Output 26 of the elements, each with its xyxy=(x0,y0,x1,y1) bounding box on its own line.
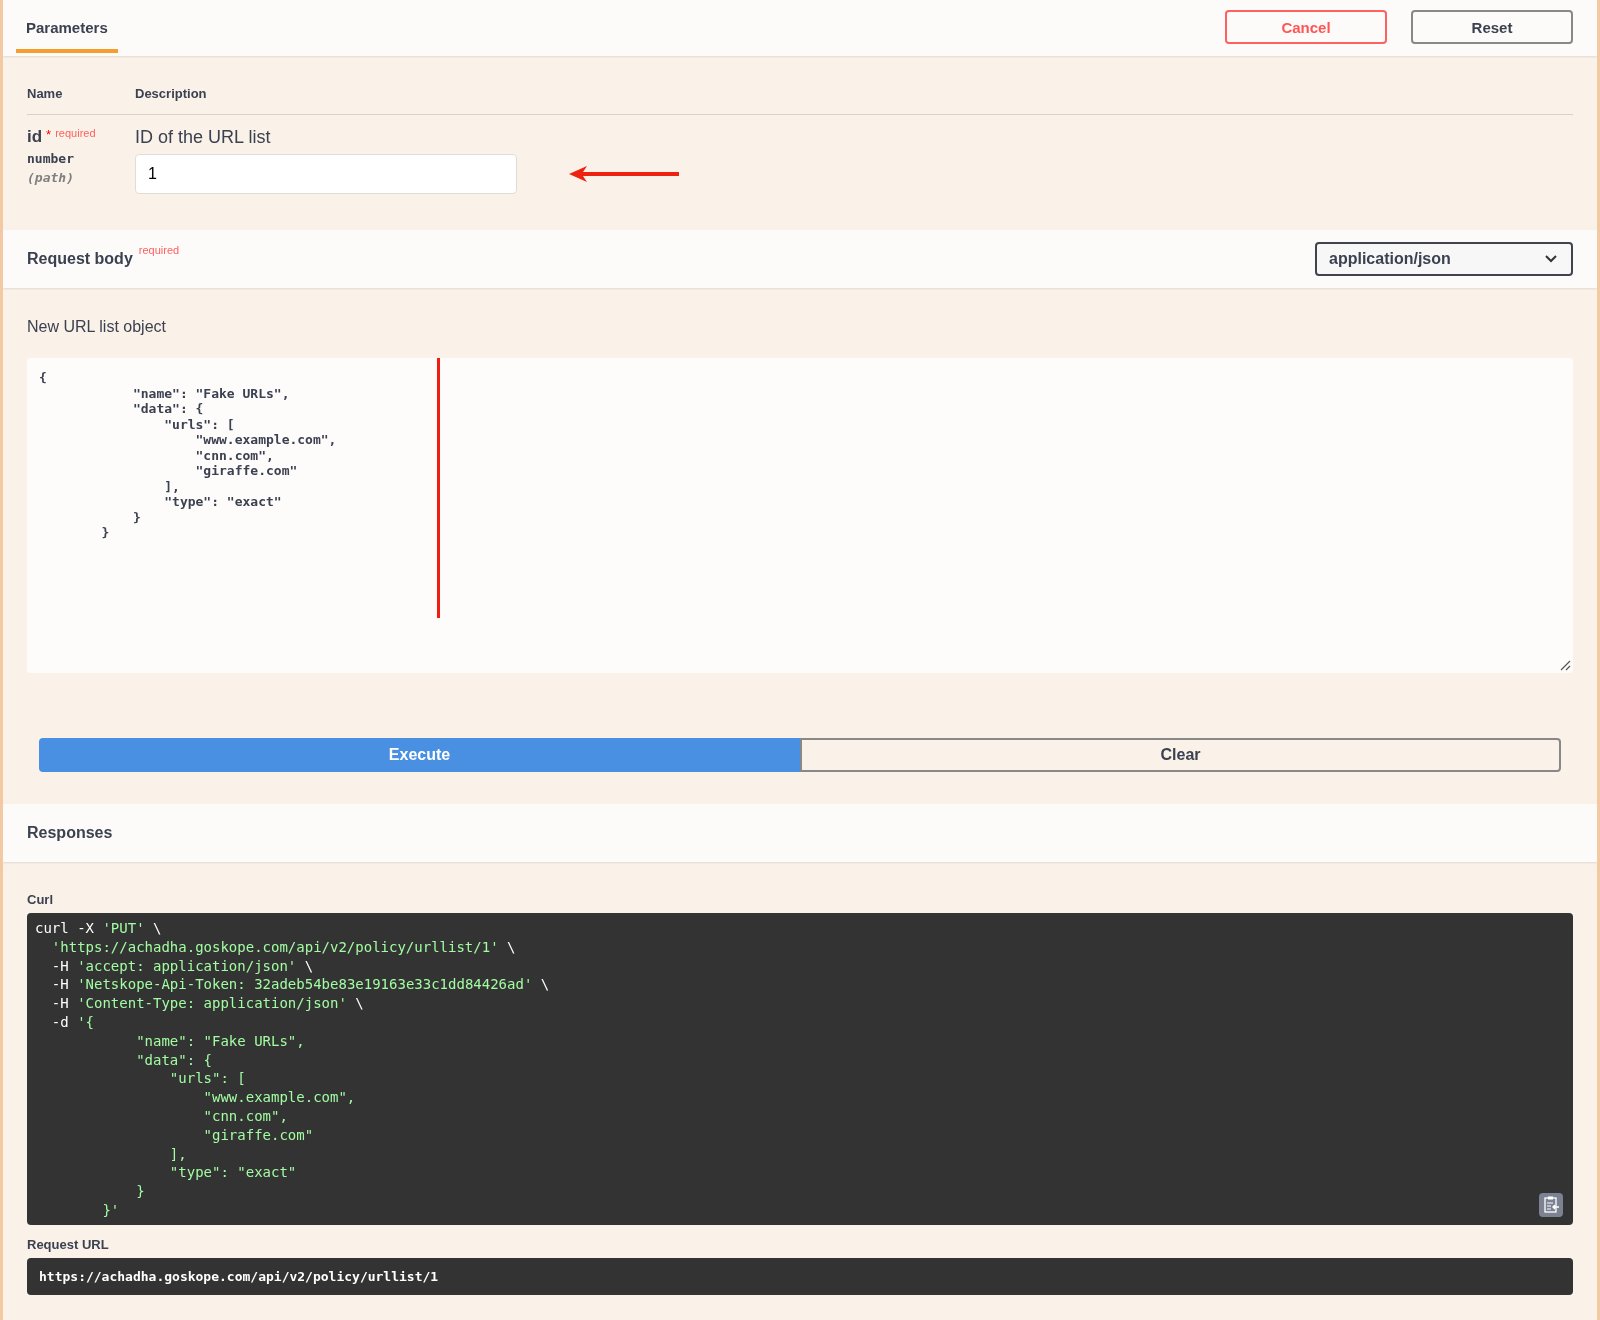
curl-code-block: curl -X 'PUT' \ 'https://achadha.goskope.com/api/v2/policy/urllist/1' \ -H 'accept: application/json' \ -H 'Netskope-Api-Token: 32adeb54be83e19163e33c1dd84426ad' \ -H 'Content-Type: application/json' \ -d '{ "name": "Fake URLs", "data": { "urls": [ "www.example.com", "cnn.com", "giraffe.com" ], "type": "exact" } }' xyxy=(27,913,1573,1225)
body-description: New URL list object xyxy=(27,318,167,336)
arrow-icon xyxy=(567,164,681,184)
chevron-down-icon xyxy=(1545,255,1557,263)
resize-handle-icon[interactable] xyxy=(1559,659,1571,671)
code-editor[interactable]: { "name": "Fake URLs", "data": { "urls": [ "www.example.com", "cnn.com", "giraffe.com" ], "type": "exact" } } xyxy=(27,358,1573,673)
request-url-label: Request URL xyxy=(27,1237,110,1252)
clear-button[interactable]: Clear xyxy=(800,738,1561,772)
parameter-description: ID of the URL list xyxy=(135,127,272,148)
clipboard-icon[interactable] xyxy=(1539,1193,1563,1217)
required-label: required xyxy=(55,127,96,139)
content-type-select[interactable]: application/json xyxy=(1315,242,1573,276)
parameter-location: (path) xyxy=(27,170,75,185)
section-title: Request body xyxy=(27,250,133,268)
curl-label: Curl xyxy=(27,892,54,907)
input-field[interactable]: 1 xyxy=(135,154,517,194)
column-header: Name xyxy=(27,86,64,101)
tab[interactable]: Parameters xyxy=(16,0,118,53)
column-header: Description xyxy=(135,86,207,101)
required-label: required xyxy=(138,244,180,256)
parameter-type: number xyxy=(27,151,75,166)
request-url: https://achadha.goskope.com/api/v2/policy/urllist/1 xyxy=(27,1258,1573,1295)
required-mark: * xyxy=(46,127,52,142)
reset-button[interactable]: Reset xyxy=(1411,10,1573,44)
section-title: Responses xyxy=(27,824,113,842)
parameter-name: id xyxy=(27,127,43,147)
